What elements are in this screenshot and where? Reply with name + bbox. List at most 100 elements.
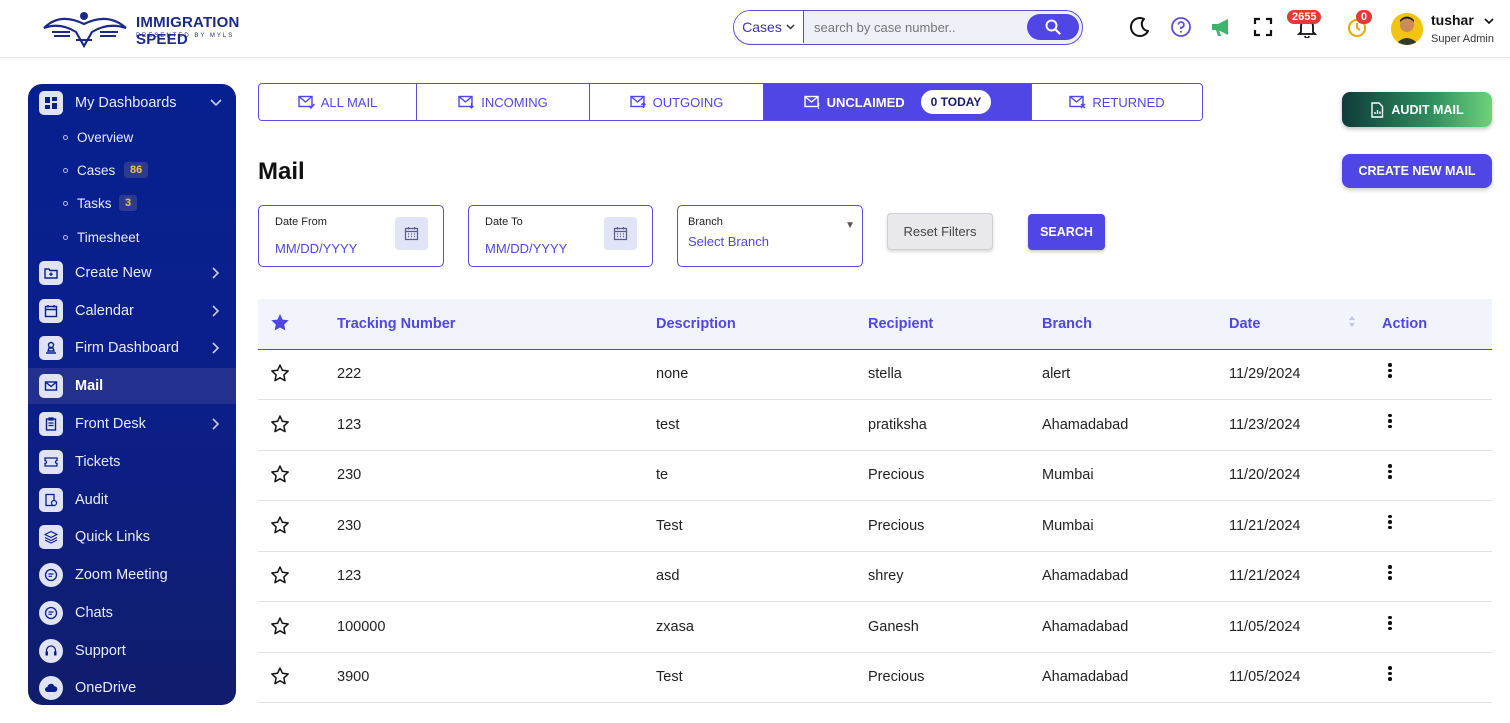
date-from-field[interactable]: Date From MM/DD/YYYY (258, 205, 444, 267)
row-actions-kebab-icon[interactable] (1384, 464, 1396, 484)
create-new-mail-button[interactable]: CREATE NEW MAIL (1342, 154, 1492, 188)
user-role: Super Admin (1431, 33, 1494, 45)
brand-tagline: PRESENTED BY MYLS (136, 33, 235, 39)
user-name[interactable]: tushar (1431, 12, 1494, 28)
column-header-description[interactable]: Description (656, 316, 736, 332)
cell-description: Test (656, 669, 683, 685)
cell-date: 11/05/2024 (1229, 669, 1301, 685)
sidebar-subitem-label: Cases (77, 162, 116, 178)
star-outline-icon[interactable] (270, 616, 290, 636)
cell-date: 11/05/2024 (1229, 618, 1301, 635)
brand-logo[interactable]: IMMIGRATION SPEED PRESENTED BY MYLS (40, 6, 290, 49)
star-outline-icon[interactable] (270, 666, 290, 686)
cell-tracking-number: 3900 (337, 669, 370, 685)
sidebar-item-my-dashboards[interactable]: My Dashboards (28, 85, 236, 121)
row-actions-kebab-icon[interactable] (1384, 666, 1396, 686)
sidebar-item-support[interactable]: Support (28, 633, 236, 669)
star-outline-icon[interactable] (270, 565, 290, 585)
cell-branch: Mumbai (1042, 517, 1094, 534)
table-row[interactable]: 222 none stella alert 11/29/2024 (258, 350, 1492, 400)
column-header-recipient[interactable]: Recipient (868, 316, 933, 332)
table-row[interactable]: 230 Test Precious Mumbai 11/21/2024 (258, 501, 1492, 552)
search-input[interactable] (806, 11, 1016, 43)
table-row[interactable]: 100000 zxasa Ganesh Ahamadabad 11/05/2024 (258, 602, 1492, 653)
column-header-branch[interactable]: Branch (1042, 316, 1092, 332)
sidebar-item-front-desk[interactable]: Front Desk (28, 406, 236, 442)
unclaimed-today-badge: 0 TODAY (920, 90, 992, 114)
fullscreen-button[interactable] (1250, 14, 1276, 40)
tab-outgoing[interactable]: OUTGOING (590, 84, 764, 120)
sidebar-subitem-overview[interactable]: Overview (28, 122, 236, 152)
reset-filters-button[interactable]: Reset Filters (887, 213, 993, 250)
sidebar-item-chats[interactable]: Chats (28, 595, 236, 631)
layers-icon (39, 525, 63, 549)
cell-description: none (656, 366, 689, 382)
sidebar-item-mail[interactable]: Mail (28, 368, 236, 404)
sidebar-item-onedrive[interactable]: OneDrive (28, 670, 236, 705)
sidebar-item-calendar[interactable]: Calendar (28, 293, 236, 329)
cell-description: zxasa (656, 618, 694, 635)
date-from-calendar-button[interactable] (395, 217, 428, 250)
column-header-date[interactable]: Date (1229, 316, 1260, 332)
tab-returned[interactable]: RETURNED (1032, 84, 1202, 120)
branch-select[interactable]: Branch Select Branch ▼ (677, 205, 863, 267)
row-actions-kebab-icon[interactable] (1384, 615, 1396, 636)
sidebar-item-firm-dashboard[interactable]: Firm Dashboard (28, 330, 236, 366)
sidebar-item-audit[interactable]: Audit (28, 482, 236, 518)
audit-mail-label: AUDIT MAIL (1391, 102, 1464, 117)
mail-up-icon (629, 95, 646, 108)
table-row[interactable]: 230 te Precious Mumbai 11/20/2024 (258, 451, 1492, 501)
row-actions-kebab-icon[interactable] (1384, 514, 1396, 535)
sort-icon[interactable] (1348, 315, 1356, 328)
cell-description: test (656, 416, 680, 433)
cell-date: 11/21/2024 (1229, 517, 1301, 534)
tab-all-mail[interactable]: ALL MAIL (259, 84, 417, 120)
tab-label: OUTGOING (652, 94, 724, 110)
mail-check-icon (297, 95, 315, 109)
search-button[interactable] (1027, 14, 1079, 40)
search-filters-button[interactable]: SEARCH (1028, 214, 1105, 250)
calendar-icon (404, 227, 419, 241)
bullet-icon (63, 234, 68, 240)
star-outline-icon[interactable] (270, 363, 290, 383)
mail-icon (39, 374, 63, 398)
star-outline-icon[interactable] (270, 414, 290, 434)
sidebar-subitem-tasks[interactable]: Tasks 3 (28, 188, 236, 218)
cell-recipient: Precious (868, 517, 925, 534)
sidebar-item-quick-links[interactable]: Quick Links (28, 519, 236, 555)
star-outline-icon[interactable] (270, 515, 290, 535)
date-to-value: MM/DD/YYYY (485, 241, 568, 256)
ticket-icon (39, 450, 63, 474)
star-outline-icon[interactable] (270, 464, 290, 484)
tab-incoming[interactable]: INCOMING (417, 84, 590, 120)
avatar[interactable] (1391, 13, 1423, 45)
sidebar-item-label: Create New (75, 265, 152, 281)
dark-mode-toggle[interactable] (1127, 14, 1153, 40)
folder-plus-icon (39, 261, 63, 285)
row-actions-kebab-icon[interactable] (1384, 565, 1396, 585)
announcements-button[interactable] (1208, 14, 1234, 40)
sidebar-subitem-cases[interactable]: Cases 86 (28, 155, 236, 185)
table-row[interactable]: 123 test pratiksha Ahamadabad 11/23/2024 (258, 400, 1492, 451)
date-to-calendar-button[interactable] (604, 217, 637, 250)
tab-unclaimed[interactable]: UNCLAIMED 0 TODAY (764, 84, 1032, 120)
fullscreen-icon (1253, 17, 1273, 37)
column-header-tracking-number[interactable]: Tracking Number (337, 316, 455, 332)
star-filled-icon[interactable] (270, 313, 290, 332)
date-to-field[interactable]: Date To MM/DD/YYYY (468, 205, 653, 267)
sidebar-subitem-timesheet[interactable]: Timesheet (28, 222, 236, 252)
help-button[interactable] (1168, 14, 1194, 40)
audit-mail-button[interactable]: AUDIT MAIL (1342, 92, 1492, 127)
search-scope-select[interactable]: Cases (734, 11, 804, 43)
sidebar-item-create-new[interactable]: Create New (28, 255, 236, 291)
table-row[interactable]: 123 asd shrey Ahamadabad 11/21/2024 (258, 552, 1492, 602)
date-from-value: MM/DD/YYYY (275, 241, 358, 256)
sidebar-item-zoom-meeting[interactable]: Zoom Meeting (28, 557, 236, 593)
dashboard-grid-icon (39, 91, 63, 115)
cell-recipient: stella (868, 366, 902, 382)
sidebar-item-tickets[interactable]: Tickets (28, 444, 236, 480)
row-actions-kebab-icon[interactable] (1384, 363, 1396, 383)
top-bar: IMMIGRATION SPEED PRESENTED BY MYLS Case… (0, 0, 1510, 58)
table-row[interactable]: 3900 Test Precious Ahamadabad 11/05/2024 (258, 653, 1492, 703)
row-actions-kebab-icon[interactable] (1384, 413, 1396, 434)
